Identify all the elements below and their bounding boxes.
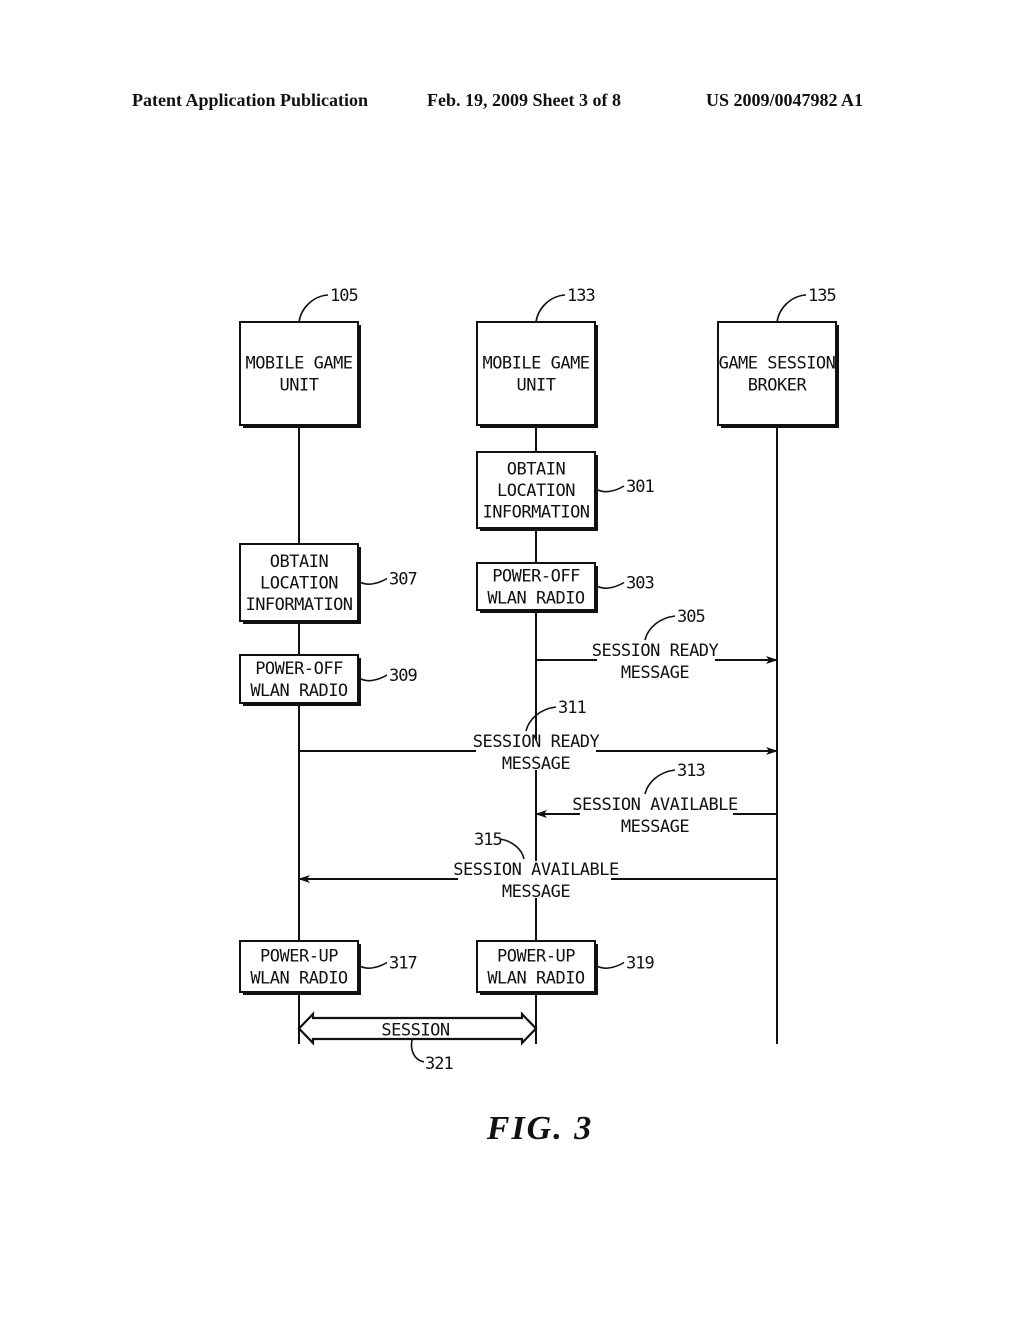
message-arrow: SESSION READYMESSAGE 305 [536,607,778,683]
message-label: SESSION AVAILABLE [453,860,619,880]
process-step-box: POWER-OFFWLAN RADIO 303 [476,562,655,613]
box-label: POWER-OFF [255,659,343,679]
box-label: WLAN RADIO [487,589,585,609]
leader-line [597,485,625,493]
box-label: POWER-UP [497,947,575,967]
participant-box: GAME SESSIONBROKER 135 [717,286,839,428]
box-label: INFORMATION [245,595,352,615]
reference-number: 307 [389,570,417,590]
box-label: OBTAIN [507,460,566,480]
leader-line [499,838,525,860]
reference-number: 135 [808,286,836,306]
session-double-arrow: SESSION 321 [297,1011,538,1074]
reference-number: 133 [567,286,595,306]
box-label: UNIT [517,376,556,396]
reference-number: 303 [626,574,654,594]
box-label: LOCATION [497,481,575,501]
reference-number: 311 [558,698,586,718]
participant-box: MOBILE GAMEUNIT 105 [239,286,361,428]
message-label: SESSION READY [592,641,719,661]
box-label: LOCATION [260,574,338,594]
reference-number: 301 [626,477,654,497]
box-label: GAME SESSION [719,354,836,374]
box-label: UNIT [280,376,319,396]
message-label: MESSAGE [621,817,689,837]
reference-number: 105 [330,286,358,306]
box-label: MOBILE GAME [245,354,352,374]
leader-line [644,615,676,641]
box-frame [239,321,359,426]
reference-number: 305 [677,607,705,627]
process-step-box: POWER-OFFWLAN RADIO 309 [239,654,418,706]
reference-number: 309 [389,666,417,686]
leader-line [525,706,557,732]
box-label: INFORMATION [482,503,589,523]
box-label: POWER-UP [260,947,338,967]
box-label: WLAN RADIO [250,681,348,701]
message-label: SESSION AVAILABLE [572,795,738,815]
reference-number: 315 [474,830,502,850]
box-frame [476,321,596,426]
leader-line [597,961,625,969]
box-label: BROKER [748,376,808,396]
leader-line [535,294,566,323]
leader-line [360,674,388,682]
session-label: SESSION [381,1021,449,1041]
leader-line [298,294,329,323]
box-label: MOBILE GAME [482,354,589,374]
leader-line [360,961,388,969]
leader-line [776,294,807,323]
reference-number: 321 [425,1054,453,1074]
leader-line [410,1039,425,1063]
process-step-box: OBTAINLOCATIONINFORMATION 301 [476,451,655,531]
reference-number: 317 [389,954,417,974]
box-label: OBTAIN [270,552,329,572]
process-step-box: POWER-UPWLAN RADIO 317 [239,940,418,995]
leader-line [360,577,388,585]
box-label: WLAN RADIO [487,969,585,989]
box-label: WLAN RADIO [250,969,348,989]
box-label: POWER-OFF [492,567,580,587]
box-frame [717,321,837,426]
reference-number: 313 [677,761,705,781]
message-arrow: SESSION READYMESSAGE311 [299,698,778,774]
message-label: MESSAGE [621,663,689,683]
process-step-box: POWER-UPWLAN RADIO 319 [476,940,655,995]
message-arrow: SESSION AVAILABLEMESSAGE315 [298,830,777,902]
process-step-box: OBTAINLOCATIONINFORMATION 307 [239,543,418,624]
figure-label: FIG. 3 [486,1110,594,1147]
participant-box: MOBILE GAMEUNIT 133 [476,286,598,428]
leader-line [597,581,625,589]
reference-number: 319 [626,954,654,974]
leader-line [644,769,676,795]
